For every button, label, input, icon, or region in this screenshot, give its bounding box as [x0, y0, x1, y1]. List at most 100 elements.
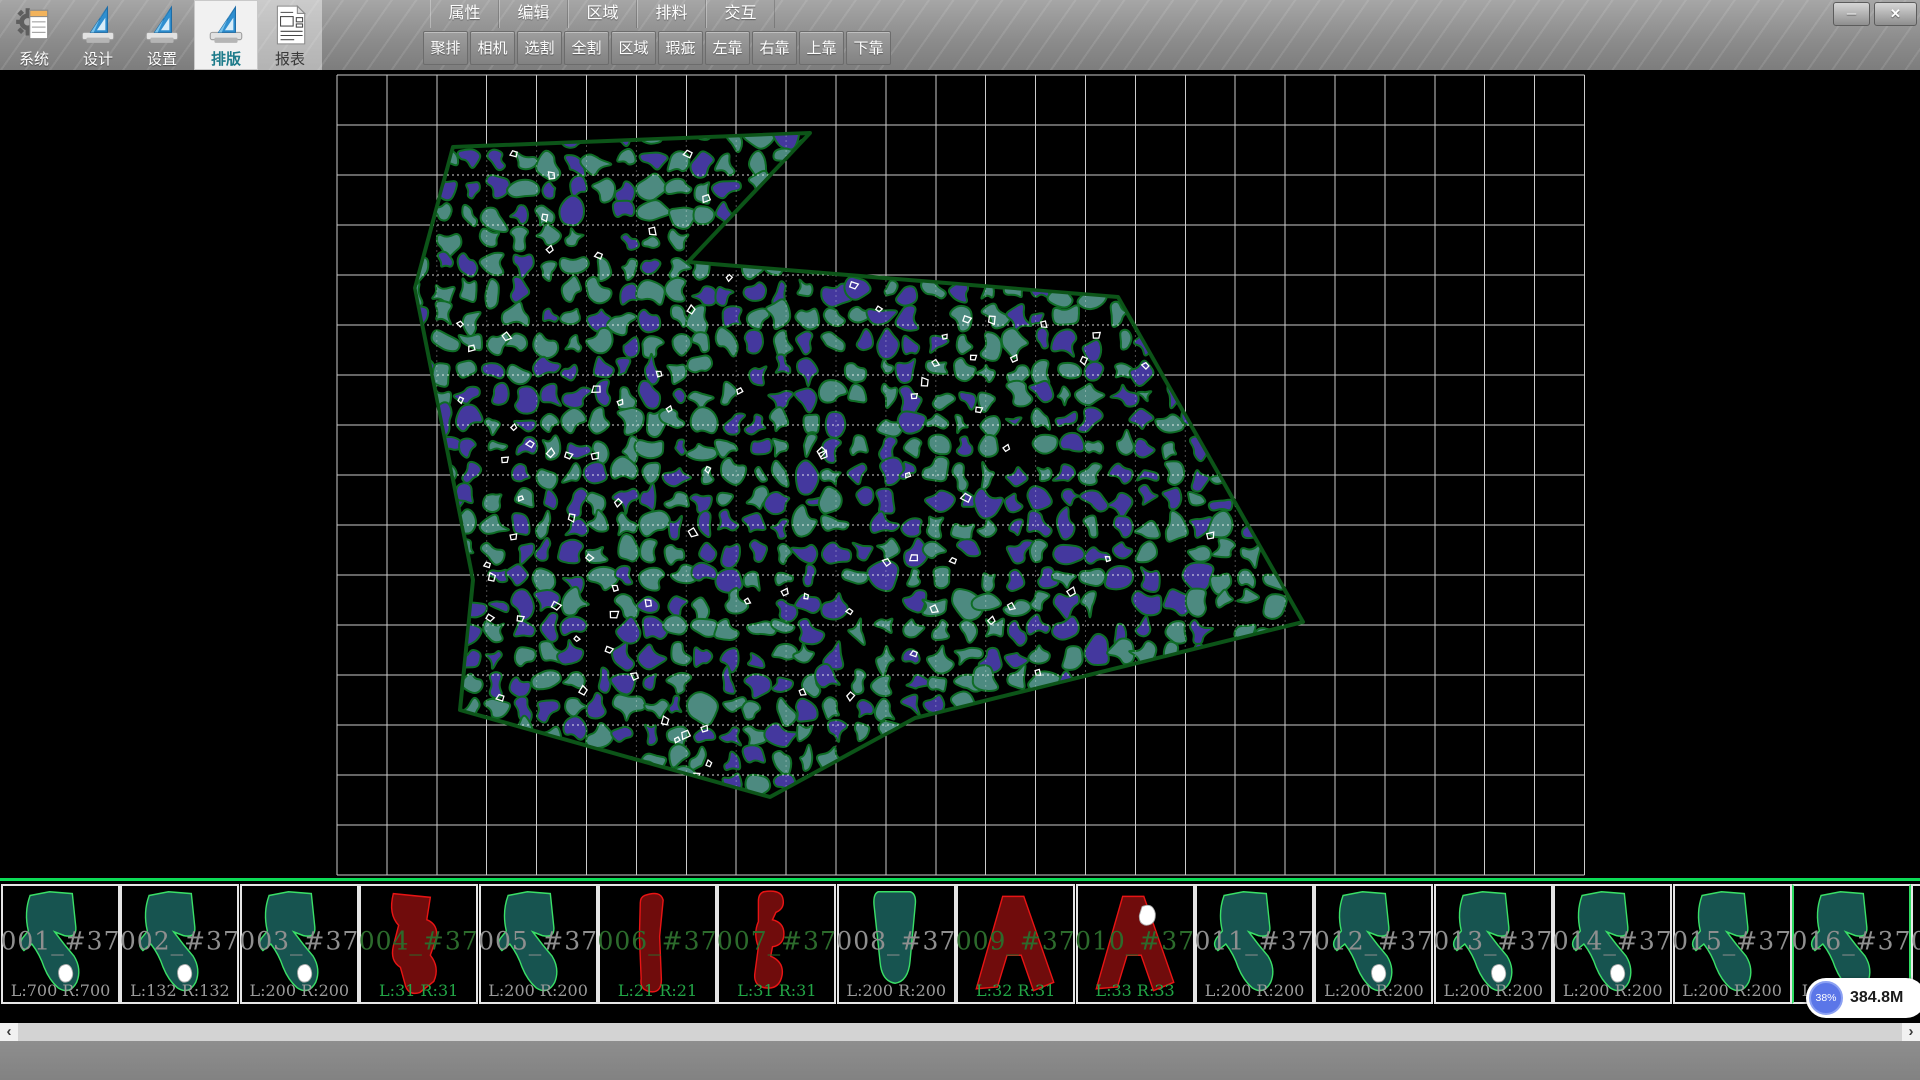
- minimize-button[interactable]: ─: [1833, 2, 1870, 26]
- thumbnail-cell[interactable]: 008_#37 L:200 R:200: [837, 884, 956, 1004]
- app-button-label: 系统: [2, 48, 66, 69]
- application-window: 系统设计设置排版报表 属性编辑区域排料交互 聚排相机选割全割区域瑕疵左靠右靠上靠…: [0, 0, 1920, 1080]
- piece-counts-label: L:200 R:200: [1316, 981, 1431, 1000]
- piece-counts-label: L:200 R:200: [1436, 981, 1551, 1000]
- piece-id-label: 017_#37: [1909, 926, 1920, 955]
- tool-button-snap-right[interactable]: 右靠: [752, 31, 797, 65]
- thumbnail-cell[interactable]: 001_#37 L:700 R:700: [1, 884, 120, 1004]
- piece-id-label: 007_#37: [715, 926, 838, 955]
- piece-id-label: 016_#37: [1790, 926, 1913, 955]
- piece-counts-label: L:33 R:33: [1078, 981, 1193, 1000]
- piece-id-label: 004_#37: [357, 926, 480, 955]
- app-button-label: 排版: [194, 48, 258, 69]
- piece-counts-label: L:21 R:21: [600, 981, 715, 1000]
- system-gear-icon: [13, 4, 55, 46]
- thumbnail-cell[interactable]: 004_#37 L:31 R:31: [359, 884, 478, 1004]
- thumbnail-cell[interactable]: 013_#37 L:200 R:200: [1434, 884, 1553, 1004]
- thumbnail-cell[interactable]: 006_#37 L:21 R:21: [598, 884, 717, 1004]
- tool-button-cluster-nest[interactable]: 聚排: [423, 31, 468, 65]
- piece-counts-label: L:32 R:31: [958, 981, 1073, 1000]
- menu-bar: 属性编辑区域排料交互: [430, 0, 775, 28]
- memory-size-label: 384.8M: [1850, 978, 1903, 1018]
- piece-counts-label: L:200 R:200: [481, 981, 596, 1000]
- menu-tab-region[interactable]: 区域: [568, 0, 637, 28]
- piece-id-label: 014_#37: [1551, 926, 1674, 955]
- nesting-canvas[interactable]: [0, 70, 1920, 878]
- app-button-system[interactable]: 系统: [2, 0, 66, 70]
- memory-percent-label: 38%: [1815, 992, 1836, 1004]
- tool-button-snap-left[interactable]: 左靠: [705, 31, 750, 65]
- piece-id-label: 013_#37: [1432, 926, 1555, 955]
- piece-counts-label: L:31 R:31: [361, 981, 476, 1000]
- app-button-nesting[interactable]: 排版: [194, 0, 258, 70]
- piece-counts-label: L:200 R:200: [242, 981, 357, 1000]
- scroll-left-icon: ‹: [7, 1023, 12, 1040]
- piece-id-label: 006_#37: [596, 926, 719, 955]
- thumbnail-cell[interactable]: 011_#37 L:200 R:200: [1195, 884, 1314, 1004]
- tool-button-defect[interactable]: 瑕疵: [658, 31, 703, 65]
- minimize-icon: ─: [1847, 6, 1856, 21]
- thumbnail-cell[interactable]: 005_#37 L:200 R:200: [479, 884, 598, 1004]
- close-icon: ✕: [1890, 6, 1901, 21]
- tool-button-cut-all[interactable]: 全割: [564, 31, 609, 65]
- app-switcher: 系统设计设置排版报表: [2, 0, 322, 70]
- thumbnail-cell[interactable]: 010_#37 L:33 R:33: [1076, 884, 1195, 1004]
- piece-id-label: 003_#37: [238, 926, 361, 955]
- piece-id-label: 011_#37: [1193, 926, 1316, 955]
- piece-counts-label: L:200 R:200: [1197, 981, 1312, 1000]
- piece-counts-label: L:31 R:31: [719, 981, 834, 1000]
- thumbnail-cell[interactable]: 002_#37 L:132 R:132: [120, 884, 239, 1004]
- piece-counts-label: L:200 R:200: [1675, 981, 1790, 1000]
- thumbnail-cell[interactable]: 009_#37 L:32 R:31: [956, 884, 1075, 1004]
- menu-tab-nest[interactable]: 排料: [637, 0, 706, 28]
- design-ruler-icon: [77, 4, 119, 46]
- horizontal-scrollbar[interactable]: ‹ ›: [0, 1023, 1920, 1041]
- piece-counts-label: L:132 R:132: [122, 981, 237, 1000]
- piece-id-label: 009_#37: [954, 926, 1077, 955]
- piece-id-label: 005_#37: [477, 926, 600, 955]
- tool-button-snap-top[interactable]: 上靠: [799, 31, 844, 65]
- status-bar: [0, 1041, 1920, 1080]
- thumbnail-cell[interactable]: 003_#37 L:200 R:200: [240, 884, 359, 1004]
- menu-tab-edit[interactable]: 编辑: [499, 0, 568, 28]
- piece-id-label: 002_#37: [118, 926, 241, 955]
- piece-counts-label: L:200 R:200: [1555, 981, 1670, 1000]
- toolbar: 系统设计设置排版报表 属性编辑区域排料交互 聚排相机选割全割区域瑕疵左靠右靠上靠…: [0, 0, 1920, 71]
- thumbnail-cell[interactable]: 012_#37 L:200 R:200: [1314, 884, 1433, 1004]
- tool-button-camera[interactable]: 相机: [470, 31, 515, 65]
- thumbnail-cell[interactable]: 007_#37 L:31 R:31: [717, 884, 836, 1004]
- piece-id-label: 001_#37: [0, 926, 122, 955]
- report-doc-icon: [269, 4, 311, 46]
- thumbnail-strip: 001_#37L:700 R:700002_#37L:132 R:132003_…: [0, 881, 1920, 1008]
- thumbnail-cell[interactable]: 015_#37 L:200 R:200: [1673, 884, 1792, 1004]
- scrollbar-track[interactable]: [18, 1023, 1902, 1041]
- app-button-design[interactable]: 设计: [66, 0, 130, 70]
- app-button-settings[interactable]: 设置: [130, 0, 194, 70]
- menu-tab-properties[interactable]: 属性: [430, 0, 499, 28]
- memory-badge: 38% 384.8M: [1806, 978, 1920, 1018]
- app-button-label: 设置: [130, 48, 194, 69]
- window-controls: ─ ✕: [1833, 2, 1917, 26]
- piece-counts-label: L:700 R:700: [3, 981, 118, 1000]
- nesting-ruler-icon: [205, 4, 247, 46]
- thumbnail-cell[interactable]: 014_#37 L:200 R:200: [1553, 884, 1672, 1004]
- settings-ruler-icon: [141, 4, 183, 46]
- tool-row: 聚排相机选割全割区域瑕疵左靠右靠上靠下靠: [423, 31, 891, 67]
- app-button-label: 设计: [66, 48, 130, 69]
- close-button[interactable]: ✕: [1874, 2, 1917, 26]
- menu-tab-interact[interactable]: 交互: [706, 0, 775, 28]
- app-button-label: 报表: [258, 48, 322, 69]
- app-button-report[interactable]: 报表: [258, 0, 322, 70]
- tool-button-cut-selected[interactable]: 选割: [517, 31, 562, 65]
- piece-id-label: 010_#37: [1074, 926, 1197, 955]
- scroll-right-icon: ›: [1909, 1023, 1914, 1040]
- memory-percent-indicator: 38%: [1809, 981, 1843, 1015]
- piece-id-label: 012_#37: [1312, 926, 1435, 955]
- piece-id-label: 015_#37: [1671, 926, 1794, 955]
- tool-button-region[interactable]: 区域: [611, 31, 656, 65]
- piece-counts-label: L:200 R:200: [839, 981, 954, 1000]
- scroll-left-button[interactable]: ‹: [0, 1023, 18, 1041]
- piece-id-label: 008_#37: [835, 926, 958, 955]
- tool-button-snap-bottom[interactable]: 下靠: [846, 31, 891, 65]
- scroll-right-button[interactable]: ›: [1902, 1023, 1920, 1041]
